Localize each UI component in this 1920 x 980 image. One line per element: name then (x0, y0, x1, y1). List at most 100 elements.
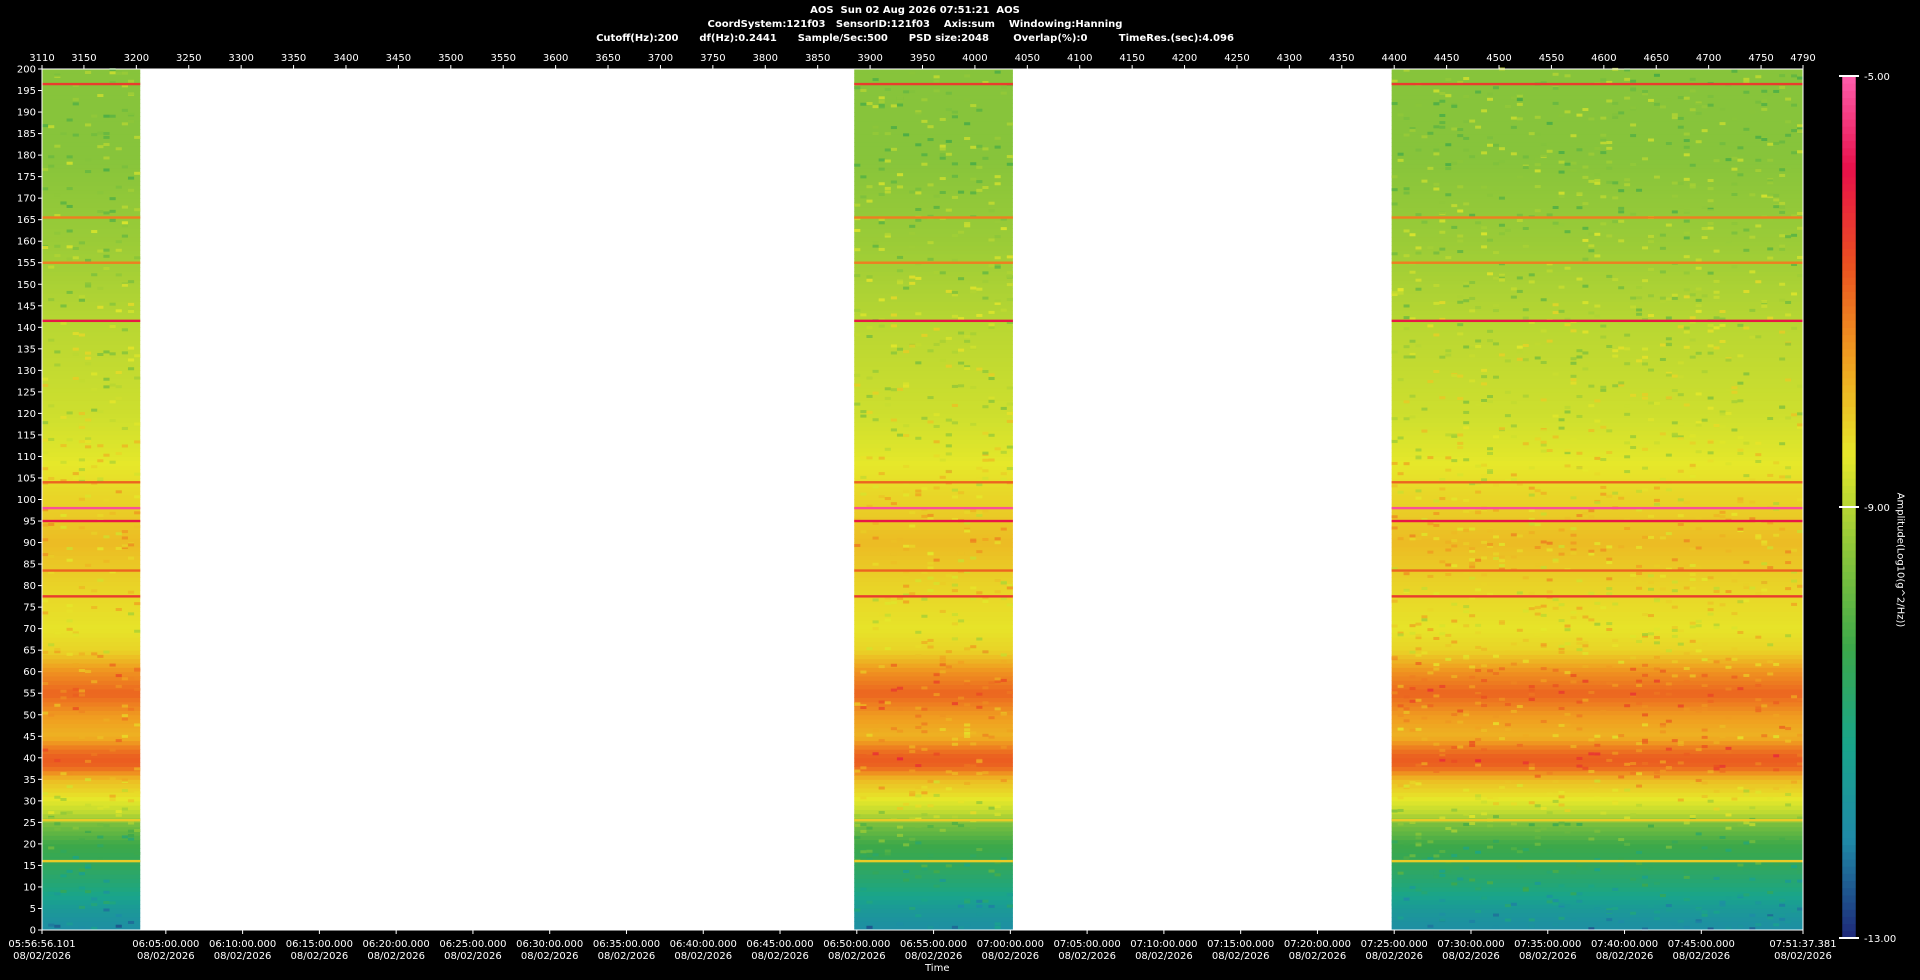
noise-cell (1481, 800, 1488, 804)
top-tick-label: 4700 (1696, 53, 1721, 64)
noise-cell (1594, 601, 1601, 605)
noise-cell (1707, 459, 1714, 463)
noise-cell (1481, 151, 1488, 155)
noise-cell (921, 707, 928, 711)
noise-cell (1534, 209, 1541, 213)
y-tick-label: 45 (23, 732, 36, 743)
noise-cell (121, 426, 128, 430)
noise-cell (982, 370, 989, 374)
noise-cell (1743, 90, 1750, 94)
noise-cell (127, 367, 135, 371)
noise-cell (896, 753, 904, 757)
band-cell (854, 107, 1013, 113)
noise-cell (1642, 396, 1648, 400)
noise-cell (1743, 599, 1750, 603)
noise-cell (854, 908, 861, 912)
band-cell (854, 404, 1013, 410)
noise-cell (1707, 179, 1714, 183)
noise-cell (115, 371, 122, 375)
noise-cell (1695, 920, 1702, 924)
noise-cell (939, 483, 946, 487)
noise-cell (1546, 590, 1553, 594)
band-cell (42, 843, 141, 849)
band-cell (854, 865, 1013, 871)
noise-cell (127, 837, 135, 841)
noise-cell (884, 403, 891, 407)
noise-cell (1695, 351, 1702, 355)
noise-cell (1439, 121, 1446, 125)
noise-cell (890, 313, 897, 317)
noise-cell (1546, 900, 1553, 904)
noise-cell (970, 191, 977, 195)
band-cell (854, 663, 1013, 668)
noise-cell (1463, 282, 1470, 286)
noise-cell (982, 279, 989, 283)
noise-cell (866, 185, 873, 189)
noise-cell (115, 385, 122, 389)
noise-cell (921, 597, 928, 601)
noise-cell (1397, 871, 1404, 875)
noise-cell (1481, 704, 1488, 708)
noise-cell (1731, 156, 1738, 160)
noise-cell (1636, 586, 1643, 590)
band-cell (42, 137, 141, 143)
noise-cell (1677, 798, 1684, 802)
noise-cell (1779, 210, 1786, 214)
noise-cell (1469, 155, 1476, 159)
noise-cell (127, 833, 135, 837)
noise-cell (921, 686, 928, 690)
noise-cell (939, 190, 946, 194)
noise-cell (1564, 74, 1571, 78)
noise-cell (1570, 381, 1577, 385)
band-cell (1391, 701, 1803, 707)
noise-cell (1647, 535, 1654, 539)
noise-cell (933, 205, 940, 209)
noise-cell (1546, 213, 1553, 217)
noise-cell (890, 727, 897, 731)
noise-cell (1761, 864, 1768, 868)
band-cell (1391, 344, 1803, 350)
noise-cell (1719, 758, 1726, 762)
noise-cell (1755, 709, 1762, 713)
noise-cell (1397, 727, 1404, 731)
top-tick-label: 3600 (543, 53, 568, 64)
noise-cell (1683, 219, 1690, 223)
noise-cell (78, 886, 85, 890)
noise-cell (109, 71, 116, 75)
noise-cell (1665, 342, 1672, 346)
noise-cell (933, 752, 940, 756)
noise-cell (48, 404, 55, 408)
noise-cell (1600, 335, 1607, 339)
noise-cell (1665, 453, 1672, 457)
band-cell (854, 813, 1013, 819)
noise-cell (1653, 655, 1660, 659)
noise-cell (976, 637, 983, 641)
noise-cell (1606, 758, 1613, 762)
noise-cell (84, 890, 92, 894)
spectral-line (42, 595, 141, 598)
top-tick-label: 4500 (1486, 53, 1511, 64)
colorbar-step (1842, 851, 1856, 860)
noise-cell (1475, 623, 1482, 627)
noise-cell (1785, 561, 1792, 565)
noise-cell (964, 510, 971, 514)
noise-cell (976, 188, 983, 192)
y-tick-label: 70 (23, 624, 36, 635)
band-cell (854, 146, 1013, 152)
y-tick-label: 110 (17, 452, 36, 463)
noise-cell (1397, 291, 1404, 295)
band-cell (854, 297, 1013, 302)
noise-cell (1588, 837, 1595, 841)
band-cell (854, 383, 1013, 389)
noise-cell (97, 444, 104, 448)
noise-cell (964, 339, 971, 343)
noise-cell (994, 175, 1001, 179)
noise-cell (1755, 706, 1762, 710)
noise-cell (1457, 527, 1464, 531)
noise-cell (1767, 256, 1774, 260)
noise-cell (1534, 829, 1541, 833)
noise-cell (988, 458, 995, 462)
noise-cell (1779, 330, 1786, 334)
noise-cell (1737, 500, 1744, 504)
noise-cell (1677, 469, 1684, 473)
